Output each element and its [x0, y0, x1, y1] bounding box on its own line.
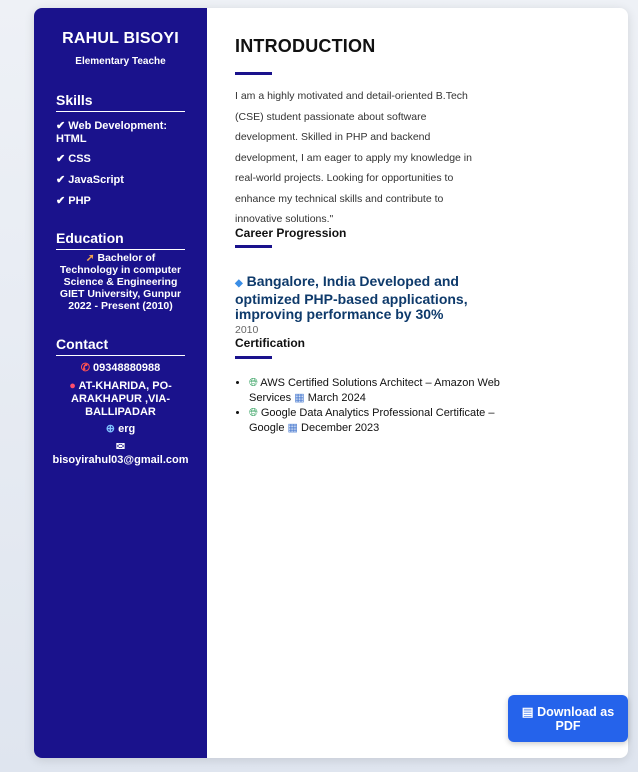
contact-address: ● AT-KHARIDA, PO-ARAKHAPUR ,VIA-BALLIPAD…: [48, 380, 193, 419]
contact-email[interactable]: ✉ bisoyirahul03@gmail.com: [48, 441, 193, 467]
contact-website[interactable]: ⊕ erg: [48, 423, 193, 436]
calendar-icon: ▦: [294, 392, 305, 404]
job-entry: ◆ Bangalore, India Developed and optimiz…: [235, 273, 485, 323]
contact-heading: Contact: [56, 336, 185, 356]
certification-item: 🌐︎ Google Data Analytics Professional Ce…: [249, 406, 509, 436]
skill-item: ✔ CSS: [56, 153, 186, 166]
contact-phone[interactable]: ✆ 09348880988: [48, 362, 193, 375]
intro-heading: INTRODUCTION: [235, 36, 376, 56]
globe-icon: 🌐︎: [249, 407, 258, 419]
cert-name: AWS Certified Solutions Architect – Amaz…: [249, 377, 500, 404]
education-period: 2022 - Present (2010): [68, 300, 173, 312]
profile-role: Elementary Teache: [75, 56, 166, 67]
skill-item: ✔ PHP: [56, 195, 186, 208]
career-heading: Career Progression: [235, 226, 347, 240]
heading-underline: [235, 245, 272, 248]
heading-underline: [235, 356, 272, 359]
skill-item: ✔ JavaScript: [56, 174, 186, 187]
education-school: GIET University, Gunpur: [59, 288, 182, 300]
location-pin-icon: ●: [69, 380, 76, 392]
intro-paragraph: I am a highly motivated and detail-orien…: [235, 90, 472, 225]
phone-icon: ✆: [80, 362, 90, 374]
envelope-icon: ✉: [115, 441, 126, 453]
address-text: AT-KHARIDA, PO-ARAKHAPUR ,VIA-BALLIPADAR: [71, 380, 172, 418]
diamond-icon: ◆: [235, 278, 243, 289]
cert-date: March 2024: [307, 392, 366, 404]
calendar-icon: ▦: [287, 422, 298, 434]
globe-icon: ⊕: [105, 423, 116, 435]
download-pdf-button[interactable]: ▤ Download as PDF: [508, 695, 628, 742]
profile-name: RAHUL BISOYI: [62, 30, 179, 47]
education-degree: Bachelor of Technology in computer Scien…: [59, 252, 182, 288]
website-text: erg: [118, 423, 136, 435]
job-year: 2010: [235, 324, 259, 336]
resume-card: RAHUL BISOYI Elementary Teache Skills ✔ …: [34, 8, 628, 758]
main-content: INTRODUCTION I am a highly motivated and…: [235, 8, 615, 758]
cert-date: December 2023: [301, 422, 380, 434]
skill-label: PHP: [68, 195, 91, 207]
job-title: Bangalore, India Developed and optimized…: [235, 273, 468, 322]
certification-list: 🌐︎ AWS Certified Solutions Architect – A…: [235, 376, 509, 436]
skill-label: CSS: [68, 153, 91, 165]
email-text: bisoyirahul03@gmail.com: [52, 454, 189, 466]
skill-item: ✔ Web Development: HTML: [56, 120, 186, 146]
check-icon: ✔: [56, 153, 66, 165]
graduation-cap-icon: ➚: [85, 252, 95, 264]
check-icon: ✔: [56, 195, 66, 207]
skills-heading: Skills: [56, 92, 185, 112]
certification-item: 🌐︎ AWS Certified Solutions Architect – A…: [249, 376, 509, 406]
education-entry: ➚ Bachelor of Technology in computer Sci…: [56, 252, 185, 312]
document-icon: ▤: [521, 704, 534, 719]
phone-number: 09348880988: [92, 362, 161, 374]
check-icon: ✔: [56, 174, 66, 186]
download-label: Download as PDF: [537, 704, 615, 733]
check-icon: ✔: [56, 120, 66, 132]
skill-label: JavaScript: [68, 174, 124, 186]
globe-icon: 🌐︎: [249, 377, 258, 389]
education-heading: Education: [56, 230, 185, 250]
sidebar: RAHUL BISOYI Elementary Teache Skills ✔ …: [34, 8, 207, 758]
heading-underline: [235, 72, 272, 75]
skill-label: Web Development: HTML: [56, 120, 168, 145]
certification-heading: Certification: [235, 336, 306, 350]
